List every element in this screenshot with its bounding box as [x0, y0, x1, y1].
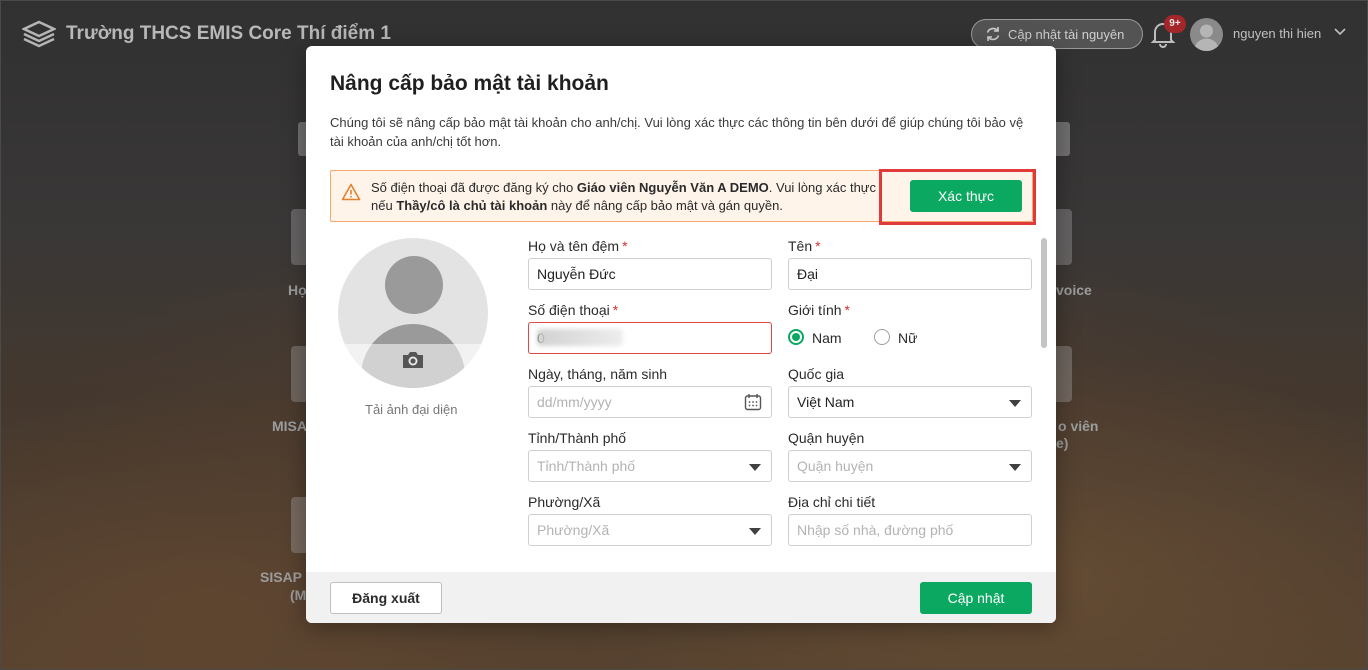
bg-app-label: o viên — [1058, 418, 1099, 434]
dob-field — [528, 386, 772, 418]
country-value: Việt Nam — [797, 394, 855, 410]
chevron-down-icon[interactable] — [1334, 28, 1346, 36]
user-avatar-icon — [1194, 24, 1219, 51]
required-mark: * — [622, 238, 628, 254]
gender-label-female: Nữ — [898, 330, 918, 346]
update-button[interactable]: Cập nhật — [920, 582, 1032, 614]
first-name-input[interactable] — [788, 258, 1032, 290]
account-owner-text: Thầy/cô là chủ tài khoản — [396, 198, 548, 213]
calendar-icon[interactable] — [744, 393, 762, 411]
avatar-caption: Tải ảnh đại diện — [365, 402, 458, 417]
bg-app-label: (M — [290, 587, 307, 603]
avatar-upload[interactable] — [338, 238, 488, 388]
logout-button[interactable]: Đăng xuất — [330, 582, 442, 614]
phone-field — [528, 322, 772, 354]
caret-down-icon — [1009, 400, 1021, 407]
district-label: Quận huyện — [788, 430, 865, 446]
province-label: Tỉnh/Thành phố — [528, 430, 627, 446]
bg-app-label: e) — [1056, 435, 1069, 451]
country-select[interactable]: Việt Nam — [788, 386, 1032, 418]
user-avatar[interactable] — [1190, 18, 1223, 51]
avatar-placeholder-head — [385, 256, 443, 314]
warning-icon — [341, 183, 361, 201]
scrollbar-thumb[interactable] — [1041, 238, 1047, 348]
ward-placeholder: Phường/Xã — [537, 522, 610, 538]
sync-resources-button[interactable]: Cập nhật tài nguyên — [971, 19, 1143, 49]
country-label: Quốc gia — [788, 366, 845, 382]
address-input[interactable] — [788, 514, 1032, 546]
middle-name-input[interactable] — [528, 258, 772, 290]
gender-label: Giới tính * — [788, 302, 850, 318]
first-name-label: Tên * — [788, 238, 821, 254]
address-label: Địa chỉ chi tiết — [788, 494, 876, 510]
camera-icon[interactable] — [401, 350, 425, 370]
sync-icon — [986, 27, 1000, 41]
middle-name-label: Họ và tên đệm * — [528, 238, 628, 254]
bg-app-label: Họ — [288, 282, 307, 298]
caret-down-icon — [1009, 464, 1021, 471]
gender-radio-female[interactable] — [874, 329, 890, 345]
ward-label: Phường/Xã — [528, 494, 601, 510]
district-placeholder: Quận huyện — [797, 458, 874, 474]
province-placeholder: Tỉnh/Thành phố — [537, 458, 636, 474]
province-select[interactable]: Tỉnh/Thành phố — [528, 450, 772, 482]
user-name[interactable]: nguyen thi hien — [1233, 26, 1321, 41]
required-mark: * — [815, 238, 821, 254]
district-select[interactable]: Quận huyện — [788, 450, 1032, 482]
phone-redaction — [537, 329, 623, 346]
alert-message: Số điện thoại đã được đăng ký cho Giáo v… — [371, 180, 876, 213]
account-security-modal: Nâng cấp bảo mật tài khoản Chúng tôi sẽ … — [306, 46, 1056, 623]
phone-label: Số điện thoại * — [528, 302, 619, 318]
sync-label: Cập nhật tài nguyên — [1008, 26, 1125, 42]
required-mark: * — [612, 302, 619, 318]
bg-app-label: SISAP — [260, 569, 303, 585]
verify-button[interactable]: Xác thực — [910, 180, 1022, 212]
dob-label: Ngày, tháng, năm sinh — [528, 366, 668, 382]
caret-down-icon — [749, 464, 761, 471]
required-mark: * — [844, 302, 850, 318]
teacher-name: Giáo viên Nguyễn Văn A DEMO — [576, 180, 769, 195]
notification-badge: 9+ — [1164, 15, 1186, 33]
caret-down-icon — [749, 528, 761, 535]
ward-select[interactable]: Phường/Xã — [528, 514, 772, 546]
gender-radio-male[interactable] — [788, 329, 804, 345]
bg-app-label: MISA — [272, 418, 307, 434]
gender-label-male: Nam — [812, 330, 842, 346]
modal-title: Nâng cấp bảo mật tài khoản — [330, 72, 609, 95]
modal-footer: Đăng xuất Cập nhật — [306, 572, 1056, 623]
dob-input[interactable] — [528, 386, 772, 418]
bg-app-label: voice — [1056, 282, 1092, 298]
modal-description: Chúng tôi sẽ nâng cấp bảo mật tài khoản … — [330, 115, 1024, 149]
app-logo-icon — [22, 20, 56, 48]
school-name: Trường THCS EMIS Core Thí điểm 1 — [66, 23, 391, 44]
